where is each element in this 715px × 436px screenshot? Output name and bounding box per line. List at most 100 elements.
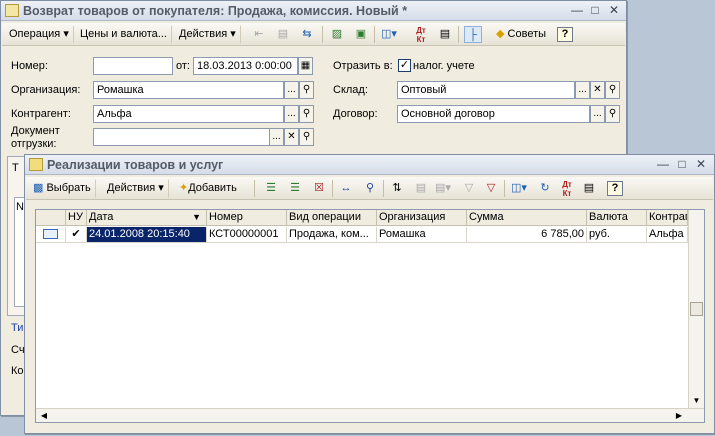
list-help-icon[interactable]: ? xyxy=(607,181,623,196)
dropdown-arrow-icon: ▾ xyxy=(63,28,69,40)
add-button[interactable]: ✦Добавить xyxy=(174,179,242,198)
organization-open-icon[interactable]: ⚲ xyxy=(299,81,314,99)
select-icon: ▩ xyxy=(33,182,44,194)
col-header-date[interactable]: Дата ▼ xyxy=(87,210,207,226)
row-sum[interactable]: 6 785,00 xyxy=(467,227,587,243)
col-header-contractor[interactable]: Контраг xyxy=(647,210,688,226)
contractor-open-icon[interactable]: ⚲ xyxy=(299,105,314,123)
help-icon[interactable]: ? xyxy=(557,27,573,42)
date-field[interactable]: 18.03.2013 0:00:00 xyxy=(193,57,298,75)
select-button[interactable]: ▩ Выбрать xyxy=(28,179,96,198)
table-settings-icon[interactable]: ├ xyxy=(464,26,482,43)
col-header-operation[interactable]: Вид операции xyxy=(287,210,377,226)
sort-icon[interactable]: ⇅ xyxy=(388,180,406,197)
search-icon[interactable]: ⚲ xyxy=(361,180,379,197)
minimize-button[interactable]: — xyxy=(569,3,585,18)
post-close-icon[interactable]: ▣ xyxy=(352,26,370,43)
clear-filter-icon[interactable]: ▽ xyxy=(482,180,500,197)
scroll-thumb[interactable] xyxy=(690,302,703,316)
shipment-doc-label-line1: Документ xyxy=(11,125,60,137)
contractor-field[interactable]: Альфа xyxy=(93,105,284,123)
sort-desc-icon: ▼ xyxy=(192,212,201,222)
hierarchy-icon[interactable]: ▤ xyxy=(412,180,430,197)
shipment-doc-field[interactable] xyxy=(93,128,284,146)
toolbar-separator xyxy=(383,180,384,197)
calendar-icon[interactable]: ▦ xyxy=(298,57,313,75)
row-organization[interactable]: Ромашка xyxy=(377,227,467,243)
operation-menu[interactable]: Операция ▾ xyxy=(4,25,74,44)
list-structure-icon[interactable]: ◫▾ xyxy=(510,180,528,197)
actions-menu[interactable]: Действия ▾ xyxy=(174,25,241,44)
col-header-currency[interactable]: Валюта xyxy=(587,210,647,226)
toolbar-separator xyxy=(504,180,505,197)
row-date[interactable]: 24.01.2008 20:15:40 xyxy=(87,227,207,243)
organization-select-button[interactable]: ... xyxy=(284,81,299,99)
list-actions-menu[interactable]: Действия ▾ xyxy=(102,179,169,198)
scroll-right-icon[interactable]: ▶ xyxy=(673,409,685,422)
col-header-organization[interactable]: Организация xyxy=(377,210,467,226)
col-header-sum[interactable]: Сумма xyxy=(467,210,587,226)
edit-row-icon[interactable]: ☰ xyxy=(286,180,304,197)
scroll-down-icon[interactable]: ▼ xyxy=(690,394,703,408)
row-currency[interactable]: руб. xyxy=(587,227,647,243)
copy-icon[interactable]: ▤ xyxy=(274,26,292,43)
type-partial-label: Ти xyxy=(11,322,24,334)
col-header-number[interactable]: Номер xyxy=(207,210,287,226)
posted-doc-icon xyxy=(36,227,66,243)
list-dt-kt-icon[interactable]: Дт Кт xyxy=(558,180,576,198)
shipment-doc-open-icon[interactable]: ⚲ xyxy=(299,128,314,146)
prices-currency-button[interactable]: Цены и валюта... xyxy=(75,25,172,44)
tax-accounting-checkbox[interactable]: ✓ xyxy=(398,59,411,72)
contractor-select-button[interactable]: ... xyxy=(284,105,299,123)
structure-icon[interactable]: ◫▾ xyxy=(380,26,398,43)
list-minimize-button[interactable]: — xyxy=(655,157,671,172)
organization-field[interactable]: Ромашка xyxy=(93,81,284,99)
refresh-doc-icon[interactable]: ⇆ xyxy=(298,26,316,43)
arrow-left-icon[interactable]: ⇤ xyxy=(250,26,268,43)
warehouse-field[interactable]: Оптовый xyxy=(397,81,575,99)
shipment-doc-select-button[interactable]: ... xyxy=(269,128,284,146)
list-report-icon[interactable]: ▤ xyxy=(580,180,598,197)
contract-select-button[interactable]: ... xyxy=(590,105,605,123)
dt-kt-icon[interactable]: Дт Кт xyxy=(412,26,430,44)
select-label: Выбрать xyxy=(46,182,91,194)
close-button[interactable]: ✕ xyxy=(606,3,622,18)
filter-icon[interactable]: ▽ xyxy=(460,180,478,197)
inner-table-partial-label: N xyxy=(16,201,24,213)
scroll-left-icon[interactable]: ◀ xyxy=(38,409,50,422)
shipment-doc-clear-icon[interactable]: ✕ xyxy=(284,128,299,146)
warehouse-clear-icon[interactable]: ✕ xyxy=(590,81,605,99)
number-field[interactable] xyxy=(93,57,173,75)
tips-label: Советы xyxy=(507,28,547,40)
organization-label: Организация: xyxy=(11,84,81,96)
row-contractor[interactable]: Альфа xyxy=(647,227,688,243)
maximize-button[interactable]: □ xyxy=(587,3,603,18)
refresh-icon[interactable]: ↻ xyxy=(536,180,554,197)
list-close-button[interactable]: ✕ xyxy=(693,157,709,172)
list-folder-icon xyxy=(29,158,43,171)
row-operation[interactable]: Продажа, ком... xyxy=(287,227,377,243)
warehouse-open-icon[interactable]: ⚲ xyxy=(605,81,620,99)
toolbar-separator xyxy=(458,26,459,43)
contract-field[interactable]: Основной договор xyxy=(397,105,590,123)
report-icon[interactable]: ▤ xyxy=(436,26,454,43)
col-header-nu[interactable]: НУ xyxy=(66,210,87,226)
add-group-icon[interactable]: ☰ xyxy=(262,180,280,197)
actions-menu-label: Действия xyxy=(179,28,228,40)
title-bar: Возврат товаров от покупателя: Продажа, … xyxy=(1,1,626,21)
tips-button[interactable]: ◆ Советы xyxy=(491,25,551,44)
vertical-scrollbar[interactable]: ▼ xyxy=(688,210,704,408)
delete-row-icon[interactable]: ☒ xyxy=(310,180,328,197)
interval-icon[interactable]: ↔ xyxy=(337,180,355,197)
warehouse-select-button[interactable]: ... xyxy=(575,81,590,99)
post-doc-icon[interactable]: ▨ xyxy=(328,26,346,43)
tax-accounting-label: налог. учете xyxy=(413,60,475,72)
sales-list-table[interactable]: НУ Дата ▼ Номер Вид операции Организация … xyxy=(35,209,705,423)
horizontal-scrollbar[interactable]: ◀ ▶ xyxy=(36,408,704,422)
date-label: от: xyxy=(176,60,190,72)
list-maximize-button[interactable]: □ xyxy=(674,157,690,172)
contract-open-icon[interactable]: ⚲ xyxy=(605,105,620,123)
col-header-icon[interactable] xyxy=(36,210,66,226)
tree-icon[interactable]: ▤▾ xyxy=(434,180,452,197)
row-number[interactable]: КСТ00000001 xyxy=(207,227,287,243)
